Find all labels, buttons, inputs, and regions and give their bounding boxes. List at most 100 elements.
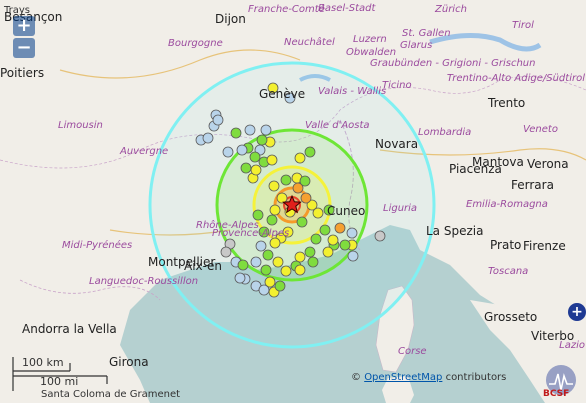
place-label: Lombardia xyxy=(418,127,472,138)
bcsf-logo-text: BCSF xyxy=(543,389,570,399)
station-marker[interactable] xyxy=(280,174,292,186)
station-marker[interactable] xyxy=(237,259,249,271)
station-marker[interactable] xyxy=(327,234,339,246)
station-marker[interactable] xyxy=(212,114,224,126)
place-label: Neuchâtel xyxy=(284,37,335,48)
station-marker[interactable] xyxy=(240,162,252,174)
attribution-suffix: contributors xyxy=(442,372,507,383)
station-marker[interactable] xyxy=(312,207,324,219)
station-marker[interactable] xyxy=(374,230,386,242)
station-marker[interactable] xyxy=(202,132,214,144)
station-marker[interactable] xyxy=(307,256,319,268)
scale-km-label: 100 km xyxy=(22,356,64,369)
place-label: Valais - Wallis xyxy=(318,86,387,97)
station-marker[interactable] xyxy=(249,151,261,163)
station-marker[interactable] xyxy=(250,164,262,176)
place-label: Piacenza xyxy=(449,162,502,176)
place-label: Firenze xyxy=(523,239,566,253)
place-label: Lazio xyxy=(559,340,585,351)
place-label: Rhône-Alpes xyxy=(196,220,259,231)
place-label: Bourgogne xyxy=(168,38,223,49)
place-label: Verona xyxy=(527,157,569,171)
station-marker[interactable] xyxy=(260,124,272,136)
station-marker[interactable] xyxy=(276,192,288,204)
zoom-in-button[interactable]: + xyxy=(13,16,35,36)
place-label: Languedoc-Roussillon xyxy=(89,276,199,287)
station-marker[interactable] xyxy=(220,246,232,258)
place-label: Andorra la Vella xyxy=(22,322,117,336)
place-label: Aix-en xyxy=(184,259,222,273)
station-marker[interactable] xyxy=(334,222,346,234)
place-label: Ticino xyxy=(382,80,412,91)
zoom-out-button[interactable]: − xyxy=(13,38,35,58)
station-marker[interactable] xyxy=(269,237,281,249)
station-marker[interactable] xyxy=(234,272,246,284)
station-marker[interactable] xyxy=(268,180,280,192)
place-label: Glarus xyxy=(400,40,433,51)
station-marker[interactable] xyxy=(296,216,308,228)
map-viewport[interactable]: Dijon Franche-Comté Basel-Stadt Zürich Tirol… xyxy=(0,0,586,403)
place-label: Liguria xyxy=(383,203,418,214)
station-marker[interactable] xyxy=(262,249,274,261)
place-label: Emilia-Romagna xyxy=(466,199,548,210)
layer-add-button[interactable]: + xyxy=(568,303,586,321)
place-label: La Spezia xyxy=(426,224,484,238)
station-marker[interactable] xyxy=(255,240,267,252)
place-label: Limousin xyxy=(58,120,103,131)
place-label: Novara xyxy=(375,137,419,151)
station-marker[interactable] xyxy=(264,276,276,288)
station-marker[interactable] xyxy=(252,209,264,221)
station-marker[interactable] xyxy=(230,127,242,139)
station-marker[interactable] xyxy=(236,144,248,156)
place-label: Ferrara xyxy=(511,178,554,192)
place-label: St. Gallen xyxy=(402,28,451,39)
openstreetmap-link[interactable]: OpenStreetMap xyxy=(364,372,442,383)
station-marker[interactable] xyxy=(304,146,316,158)
station-marker[interactable] xyxy=(266,214,278,226)
station-marker[interactable] xyxy=(304,246,316,258)
place-label: Basel-Stadt xyxy=(318,3,376,14)
station-marker[interactable] xyxy=(266,154,278,166)
place-label: Tirol xyxy=(512,20,534,31)
station-marker[interactable] xyxy=(339,239,351,251)
place-label: Auvergne xyxy=(120,146,169,157)
attribution: © OpenStreetMap contributors xyxy=(351,372,506,383)
place-label: Franche-Comté xyxy=(248,4,325,15)
station-marker[interactable] xyxy=(347,250,359,262)
station-marker[interactable] xyxy=(274,280,286,292)
place-label: Toscana xyxy=(488,266,529,277)
place-label: Veneto xyxy=(523,124,558,135)
station-marker[interactable] xyxy=(272,256,284,268)
station-marker[interactable] xyxy=(294,251,306,263)
place-label: Genève xyxy=(259,87,306,101)
station-marker[interactable] xyxy=(280,265,292,277)
place-label: Midi-Pyrénées xyxy=(62,240,133,251)
place-label: Dijon xyxy=(215,12,246,26)
station-marker[interactable] xyxy=(299,175,311,187)
station-marker[interactable] xyxy=(222,146,234,158)
station-marker[interactable] xyxy=(294,264,306,276)
place-label: Grosseto xyxy=(484,310,538,324)
station-marker[interactable] xyxy=(346,227,358,239)
station-marker[interactable] xyxy=(294,152,306,164)
station-marker[interactable] xyxy=(244,124,256,136)
station-marker[interactable] xyxy=(310,233,322,245)
place-label: Trento xyxy=(488,96,526,110)
copyright-symbol: © xyxy=(351,372,361,383)
station-marker[interactable] xyxy=(250,256,262,268)
station-marker[interactable] xyxy=(300,192,312,204)
scale-bar: 100 km 100 mi xyxy=(12,354,122,394)
station-marker[interactable] xyxy=(322,246,334,258)
station-marker[interactable] xyxy=(256,134,268,146)
place-label: Graubünden - Grigioni - Grischun xyxy=(370,58,536,69)
place-label: Zürich xyxy=(435,4,467,15)
place-label: Obwalden xyxy=(346,47,397,58)
place-label: Trentino-Alto Adige/Südtirol xyxy=(446,73,585,84)
bcsf-logo: BCSF xyxy=(541,362,581,400)
station-marker[interactable] xyxy=(269,204,281,216)
station-marker[interactable] xyxy=(260,264,272,276)
place-label: Corse xyxy=(398,346,427,357)
station-marker[interactable] xyxy=(319,224,331,236)
place-label: Valle d'Aosta xyxy=(305,120,370,131)
place-label: Luzern xyxy=(353,34,387,45)
